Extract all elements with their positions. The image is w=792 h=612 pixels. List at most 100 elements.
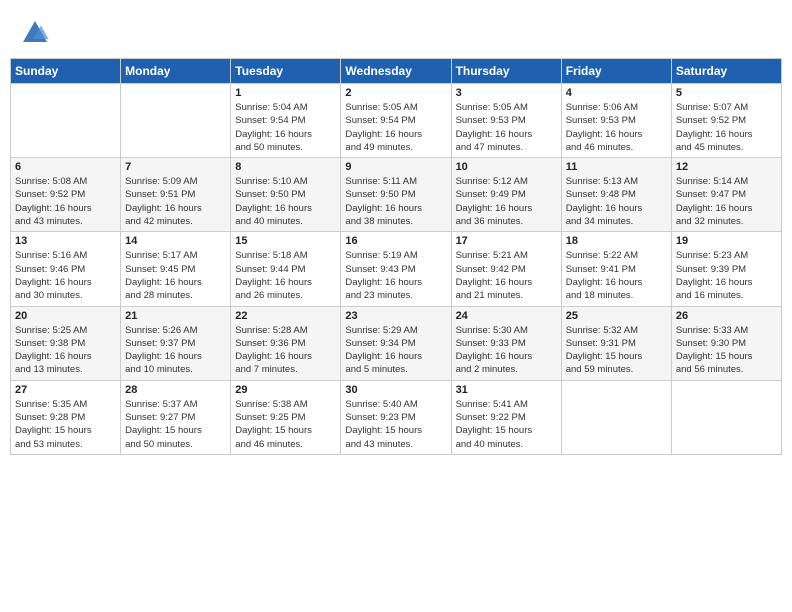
calendar-cell [11,84,121,158]
day-info: Sunrise: 5:10 AM Sunset: 9:50 PM Dayligh… [235,175,336,228]
day-info: Sunrise: 5:22 AM Sunset: 9:41 PM Dayligh… [566,249,667,302]
calendar-cell: 2 Sunrise: 5:05 AM Sunset: 9:54 PM Daylig… [341,84,451,158]
calendar-cell: 27 Sunrise: 5:35 AM Sunset: 9:28 PM Dayli… [11,380,121,454]
day-number: 8 [235,161,336,173]
day-number: 5 [676,87,777,99]
calendar-cell: 8 Sunrise: 5:10 AM Sunset: 9:50 PM Daylig… [231,158,341,232]
day-info: Sunrise: 5:07 AM Sunset: 9:52 PM Dayligh… [676,101,777,154]
day-number: 2 [345,87,446,99]
day-info: Sunrise: 5:13 AM Sunset: 9:48 PM Dayligh… [566,175,667,228]
day-number: 14 [125,235,226,247]
day-info: Sunrise: 5:23 AM Sunset: 9:39 PM Dayligh… [676,249,777,302]
calendar-week-row: 27 Sunrise: 5:35 AM Sunset: 9:28 PM Dayli… [11,380,782,454]
day-info: Sunrise: 5:06 AM Sunset: 9:53 PM Dayligh… [566,101,667,154]
day-number: 25 [566,310,667,322]
day-info: Sunrise: 5:14 AM Sunset: 9:47 PM Dayligh… [676,175,777,228]
calendar-cell: 25 Sunrise: 5:32 AM Sunset: 9:31 PM Dayli… [561,306,671,380]
day-info: Sunrise: 5:35 AM Sunset: 9:28 PM Dayligh… [15,398,116,451]
weekday-header-row: SundayMondayTuesdayWednesdayThursdayFrid… [11,59,782,84]
day-number: 21 [125,310,226,322]
calendar-cell: 3 Sunrise: 5:05 AM Sunset: 9:53 PM Daylig… [451,84,561,158]
weekday-header: Friday [561,59,671,84]
day-info: Sunrise: 5:40 AM Sunset: 9:23 PM Dayligh… [345,398,446,451]
calendar-cell: 11 Sunrise: 5:13 AM Sunset: 9:48 PM Dayli… [561,158,671,232]
calendar-cell: 6Sunrise: 5:08 AM Sunset: 9:52 PM Daylig… [11,158,121,232]
day-info: Sunrise: 5:26 AM Sunset: 9:37 PM Dayligh… [125,324,226,377]
calendar-cell: 17 Sunrise: 5:21 AM Sunset: 9:42 PM Dayli… [451,232,561,306]
calendar-cell: 15 Sunrise: 5:18 AM Sunset: 9:44 PM Dayli… [231,232,341,306]
day-info: Sunrise: 5:37 AM Sunset: 9:27 PM Dayligh… [125,398,226,451]
page-header [10,10,782,52]
calendar-week-row: 1Sunrise: 5:04 AM Sunset: 9:54 PM Daylig… [11,84,782,158]
day-info: Sunrise: 5:11 AM Sunset: 9:50 PM Dayligh… [345,175,446,228]
day-info: Sunrise: 5:17 AM Sunset: 9:45 PM Dayligh… [125,249,226,302]
day-number: 9 [345,161,446,173]
day-number: 26 [676,310,777,322]
day-info: Sunrise: 5:30 AM Sunset: 9:33 PM Dayligh… [456,324,557,377]
day-info: Sunrise: 5:05 AM Sunset: 9:53 PM Dayligh… [456,101,557,154]
day-number: 30 [345,384,446,396]
day-info: Sunrise: 5:38 AM Sunset: 9:25 PM Dayligh… [235,398,336,451]
day-number: 22 [235,310,336,322]
calendar-cell [121,84,231,158]
weekday-header: Tuesday [231,59,341,84]
day-info: Sunrise: 5:09 AM Sunset: 9:51 PM Dayligh… [125,175,226,228]
calendar-week-row: 20Sunrise: 5:25 AM Sunset: 9:38 PM Dayli… [11,306,782,380]
day-info: Sunrise: 5:18 AM Sunset: 9:44 PM Dayligh… [235,249,336,302]
day-info: Sunrise: 5:21 AM Sunset: 9:42 PM Dayligh… [456,249,557,302]
calendar-cell: 21 Sunrise: 5:26 AM Sunset: 9:37 PM Dayli… [121,306,231,380]
calendar-cell: 18Sunrise: 5:22 AM Sunset: 9:41 PM Dayli… [561,232,671,306]
calendar-cell: 7 Sunrise: 5:09 AM Sunset: 9:51 PM Daylig… [121,158,231,232]
day-info: Sunrise: 5:05 AM Sunset: 9:54 PM Dayligh… [345,101,446,154]
day-number: 3 [456,87,557,99]
day-info: Sunrise: 5:33 AM Sunset: 9:30 PM Dayligh… [676,324,777,377]
calendar-table: SundayMondayTuesdayWednesdayThursdayFrid… [10,58,782,455]
day-info: Sunrise: 5:32 AM Sunset: 9:31 PM Dayligh… [566,324,667,377]
day-info: Sunrise: 5:16 AM Sunset: 9:46 PM Dayligh… [15,249,116,302]
calendar-cell: 14 Sunrise: 5:17 AM Sunset: 9:45 PM Dayli… [121,232,231,306]
calendar-cell: 5 Sunrise: 5:07 AM Sunset: 9:52 PM Daylig… [671,84,781,158]
calendar-cell: 29Sunrise: 5:38 AM Sunset: 9:25 PM Dayli… [231,380,341,454]
day-number: 7 [125,161,226,173]
calendar-cell [561,380,671,454]
calendar-cell: 24 Sunrise: 5:30 AM Sunset: 9:33 PM Dayli… [451,306,561,380]
calendar-cell: 31 Sunrise: 5:41 AM Sunset: 9:22 PM Dayli… [451,380,561,454]
day-number: 11 [566,161,667,173]
day-info: Sunrise: 5:28 AM Sunset: 9:36 PM Dayligh… [235,324,336,377]
weekday-header: Saturday [671,59,781,84]
day-number: 31 [456,384,557,396]
day-info: Sunrise: 5:19 AM Sunset: 9:43 PM Dayligh… [345,249,446,302]
calendar-cell: 19 Sunrise: 5:23 AM Sunset: 9:39 PM Dayli… [671,232,781,306]
weekday-header: Wednesday [341,59,451,84]
weekday-header: Thursday [451,59,561,84]
day-number: 19 [676,235,777,247]
day-number: 10 [456,161,557,173]
calendar-cell: 1Sunrise: 5:04 AM Sunset: 9:54 PM Daylig… [231,84,341,158]
day-number: 15 [235,235,336,247]
calendar-cell: 26 Sunrise: 5:33 AM Sunset: 9:30 PM Dayli… [671,306,781,380]
calendar-cell: 23 Sunrise: 5:29 AM Sunset: 9:34 PM Dayli… [341,306,451,380]
day-number: 23 [345,310,446,322]
day-info: Sunrise: 5:29 AM Sunset: 9:34 PM Dayligh… [345,324,446,377]
day-number: 27 [15,384,116,396]
calendar-cell: 13 Sunrise: 5:16 AM Sunset: 9:46 PM Dayli… [11,232,121,306]
calendar-cell: 16Sunrise: 5:19 AM Sunset: 9:43 PM Dayli… [341,232,451,306]
calendar-week-row: 6Sunrise: 5:08 AM Sunset: 9:52 PM Daylig… [11,158,782,232]
day-number: 20 [15,310,116,322]
day-number: 13 [15,235,116,247]
day-number: 4 [566,87,667,99]
day-number: 1 [235,87,336,99]
calendar-cell: 30 Sunrise: 5:40 AM Sunset: 9:23 PM Dayli… [341,380,451,454]
calendar-cell: 28Sunrise: 5:37 AM Sunset: 9:27 PM Dayli… [121,380,231,454]
calendar-cell: 9 Sunrise: 5:11 AM Sunset: 9:50 PM Daylig… [341,158,451,232]
weekday-header: Sunday [11,59,121,84]
day-number: 24 [456,310,557,322]
day-info: Sunrise: 5:41 AM Sunset: 9:22 PM Dayligh… [456,398,557,451]
calendar-cell: 20Sunrise: 5:25 AM Sunset: 9:38 PM Dayli… [11,306,121,380]
day-number: 6 [15,161,116,173]
calendar-cell: 10 Sunrise: 5:12 AM Sunset: 9:49 PM Dayli… [451,158,561,232]
day-number: 17 [456,235,557,247]
calendar-week-row: 13 Sunrise: 5:16 AM Sunset: 9:46 PM Dayli… [11,232,782,306]
weekday-header: Monday [121,59,231,84]
day-info: Sunrise: 5:12 AM Sunset: 9:49 PM Dayligh… [456,175,557,228]
